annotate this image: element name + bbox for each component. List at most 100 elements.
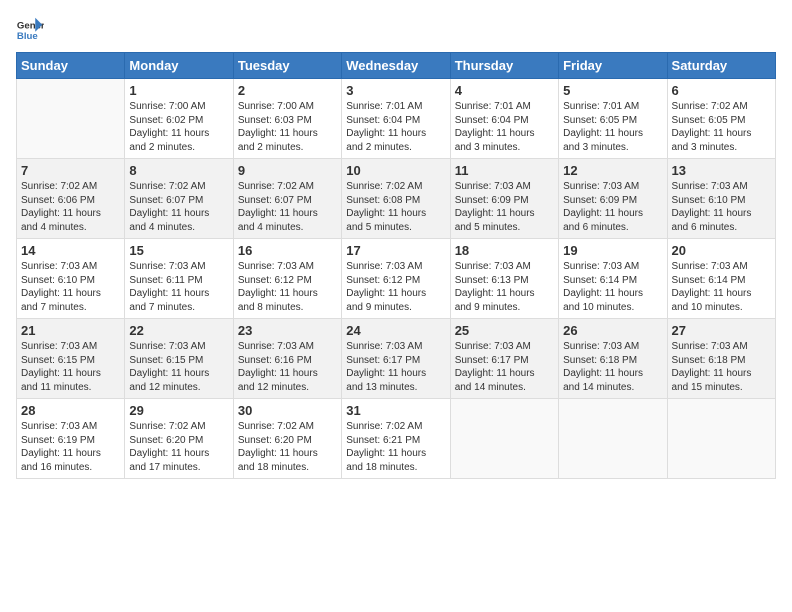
calendar-cell: 8 Sunrise: 7:02 AM Sunset: 6:07 PM Daylig…	[125, 159, 233, 239]
day-info: Sunrise: 7:03 AM Sunset: 6:14 PM Dayligh…	[672, 260, 771, 314]
calendar-cell: 21 Sunrise: 7:03 AM Sunset: 6:15 PM Dayli…	[17, 319, 125, 399]
day-info: Sunrise: 7:02 AM Sunset: 6:05 PM Dayligh…	[672, 100, 771, 154]
day-info: Sunrise: 7:02 AM Sunset: 6:07 PM Dayligh…	[238, 180, 337, 234]
calendar-cell: 9 Sunrise: 7:02 AM Sunset: 6:07 PM Daylig…	[233, 159, 341, 239]
calendar-cell: 3 Sunrise: 7:01 AM Sunset: 6:04 PM Daylig…	[342, 79, 450, 159]
day-info: Sunrise: 7:03 AM Sunset: 6:17 PM Dayligh…	[346, 340, 445, 394]
day-number: 31	[346, 403, 445, 418]
page-container: General Blue SundayMondayTuesdayWednesda…	[0, 0, 792, 487]
svg-text:Blue: Blue	[17, 31, 38, 42]
day-number: 26	[563, 323, 662, 338]
calendar-cell: 4 Sunrise: 7:01 AM Sunset: 6:04 PM Daylig…	[450, 79, 558, 159]
day-number: 21	[21, 323, 120, 338]
day-info: Sunrise: 7:03 AM Sunset: 6:19 PM Dayligh…	[21, 420, 120, 474]
day-number: 5	[563, 83, 662, 98]
day-number: 23	[238, 323, 337, 338]
calendar-cell: 30 Sunrise: 7:02 AM Sunset: 6:20 PM Dayli…	[233, 399, 341, 479]
calendar-cell	[17, 79, 125, 159]
day-number: 15	[129, 243, 228, 258]
day-info: Sunrise: 7:03 AM Sunset: 6:12 PM Dayligh…	[346, 260, 445, 314]
day-number: 22	[129, 323, 228, 338]
day-number: 20	[672, 243, 771, 258]
day-info: Sunrise: 7:03 AM Sunset: 6:16 PM Dayligh…	[238, 340, 337, 394]
weekday-header: Sunday	[17, 53, 125, 79]
day-number: 1	[129, 83, 228, 98]
day-number: 17	[346, 243, 445, 258]
day-number: 27	[672, 323, 771, 338]
calendar-cell: 31Sunrise: 7:02 AM Sunset: 6:21 PM Dayli…	[342, 399, 450, 479]
calendar-cell: 6 Sunrise: 7:02 AM Sunset: 6:05 PM Daylig…	[667, 79, 775, 159]
day-number: 18	[455, 243, 554, 258]
header: General Blue	[16, 16, 776, 44]
day-number: 3	[346, 83, 445, 98]
day-number: 8	[129, 163, 228, 178]
calendar-cell: 27 Sunrise: 7:03 AM Sunset: 6:18 PM Dayli…	[667, 319, 775, 399]
day-number: 29	[129, 403, 228, 418]
day-number: 30	[238, 403, 337, 418]
day-info: Sunrise: 7:01 AM Sunset: 6:04 PM Dayligh…	[346, 100, 445, 154]
weekday-header: Tuesday	[233, 53, 341, 79]
calendar-cell: 28Sunrise: 7:03 AM Sunset: 6:19 PM Dayli…	[17, 399, 125, 479]
logo: General Blue	[16, 16, 48, 44]
calendar-week-row: 14Sunrise: 7:03 AM Sunset: 6:10 PM Dayli…	[17, 239, 776, 319]
calendar-cell: 22 Sunrise: 7:03 AM Sunset: 6:15 PM Dayli…	[125, 319, 233, 399]
day-info: Sunrise: 7:02 AM Sunset: 6:20 PM Dayligh…	[238, 420, 337, 474]
day-number: 25	[455, 323, 554, 338]
day-number: 12	[563, 163, 662, 178]
calendar-cell: 15 Sunrise: 7:03 AM Sunset: 6:11 PM Dayli…	[125, 239, 233, 319]
day-number: 19	[563, 243, 662, 258]
day-number: 9	[238, 163, 337, 178]
day-number: 2	[238, 83, 337, 98]
day-info: Sunrise: 7:02 AM Sunset: 6:07 PM Dayligh…	[129, 180, 228, 234]
calendar-cell: 17 Sunrise: 7:03 AM Sunset: 6:12 PM Dayli…	[342, 239, 450, 319]
weekday-header: Monday	[125, 53, 233, 79]
calendar-cell	[450, 399, 558, 479]
calendar-cell: 18 Sunrise: 7:03 AM Sunset: 6:13 PM Dayli…	[450, 239, 558, 319]
day-info: Sunrise: 7:00 AM Sunset: 6:03 PM Dayligh…	[238, 100, 337, 154]
day-info: Sunrise: 7:01 AM Sunset: 6:04 PM Dayligh…	[455, 100, 554, 154]
calendar-cell: 11Sunrise: 7:03 AM Sunset: 6:09 PM Dayli…	[450, 159, 558, 239]
day-number: 4	[455, 83, 554, 98]
calendar-cell: 26 Sunrise: 7:03 AM Sunset: 6:18 PM Dayli…	[559, 319, 667, 399]
calendar-cell: 16 Sunrise: 7:03 AM Sunset: 6:12 PM Dayli…	[233, 239, 341, 319]
calendar-cell: 10Sunrise: 7:02 AM Sunset: 6:08 PM Dayli…	[342, 159, 450, 239]
calendar-cell: 24Sunrise: 7:03 AM Sunset: 6:17 PM Dayli…	[342, 319, 450, 399]
calendar-cell: 14Sunrise: 7:03 AM Sunset: 6:10 PM Dayli…	[17, 239, 125, 319]
day-info: Sunrise: 7:03 AM Sunset: 6:12 PM Dayligh…	[238, 260, 337, 314]
day-info: Sunrise: 7:03 AM Sunset: 6:11 PM Dayligh…	[129, 260, 228, 314]
day-number: 16	[238, 243, 337, 258]
day-info: Sunrise: 7:03 AM Sunset: 6:15 PM Dayligh…	[21, 340, 120, 394]
day-info: Sunrise: 7:03 AM Sunset: 6:09 PM Dayligh…	[455, 180, 554, 234]
calendar-cell: 7Sunrise: 7:02 AM Sunset: 6:06 PM Daylig…	[17, 159, 125, 239]
calendar-week-row: 1 Sunrise: 7:00 AM Sunset: 6:02 PM Daylig…	[17, 79, 776, 159]
calendar-cell: 23 Sunrise: 7:03 AM Sunset: 6:16 PM Dayli…	[233, 319, 341, 399]
calendar-week-row: 7Sunrise: 7:02 AM Sunset: 6:06 PM Daylig…	[17, 159, 776, 239]
day-info: Sunrise: 7:00 AM Sunset: 6:02 PM Dayligh…	[129, 100, 228, 154]
calendar-cell: 20 Sunrise: 7:03 AM Sunset: 6:14 PM Dayli…	[667, 239, 775, 319]
calendar-header-row: SundayMondayTuesdayWednesdayThursdayFrid…	[17, 53, 776, 79]
day-info: Sunrise: 7:03 AM Sunset: 6:15 PM Dayligh…	[129, 340, 228, 394]
day-info: Sunrise: 7:03 AM Sunset: 6:18 PM Dayligh…	[563, 340, 662, 394]
weekday-header: Thursday	[450, 53, 558, 79]
calendar-cell: 19 Sunrise: 7:03 AM Sunset: 6:14 PM Dayli…	[559, 239, 667, 319]
calendar-cell: 1 Sunrise: 7:00 AM Sunset: 6:02 PM Daylig…	[125, 79, 233, 159]
day-number: 13	[672, 163, 771, 178]
day-number: 6	[672, 83, 771, 98]
day-info: Sunrise: 7:03 AM Sunset: 6:18 PM Dayligh…	[672, 340, 771, 394]
day-info: Sunrise: 7:03 AM Sunset: 6:14 PM Dayligh…	[563, 260, 662, 314]
day-info: Sunrise: 7:02 AM Sunset: 6:20 PM Dayligh…	[129, 420, 228, 474]
weekday-header: Saturday	[667, 53, 775, 79]
calendar-cell: 25Sunrise: 7:03 AM Sunset: 6:17 PM Dayli…	[450, 319, 558, 399]
day-info: Sunrise: 7:03 AM Sunset: 6:10 PM Dayligh…	[672, 180, 771, 234]
weekday-header: Wednesday	[342, 53, 450, 79]
calendar-week-row: 28Sunrise: 7:03 AM Sunset: 6:19 PM Dayli…	[17, 399, 776, 479]
day-info: Sunrise: 7:01 AM Sunset: 6:05 PM Dayligh…	[563, 100, 662, 154]
calendar-cell: 13 Sunrise: 7:03 AM Sunset: 6:10 PM Dayli…	[667, 159, 775, 239]
calendar-cell: 5 Sunrise: 7:01 AM Sunset: 6:05 PM Daylig…	[559, 79, 667, 159]
day-number: 7	[21, 163, 120, 178]
logo-icon: General Blue	[16, 16, 44, 44]
day-number: 14	[21, 243, 120, 258]
day-info: Sunrise: 7:03 AM Sunset: 6:13 PM Dayligh…	[455, 260, 554, 314]
calendar-cell: 29 Sunrise: 7:02 AM Sunset: 6:20 PM Dayli…	[125, 399, 233, 479]
calendar-cell: 12Sunrise: 7:03 AM Sunset: 6:09 PM Dayli…	[559, 159, 667, 239]
